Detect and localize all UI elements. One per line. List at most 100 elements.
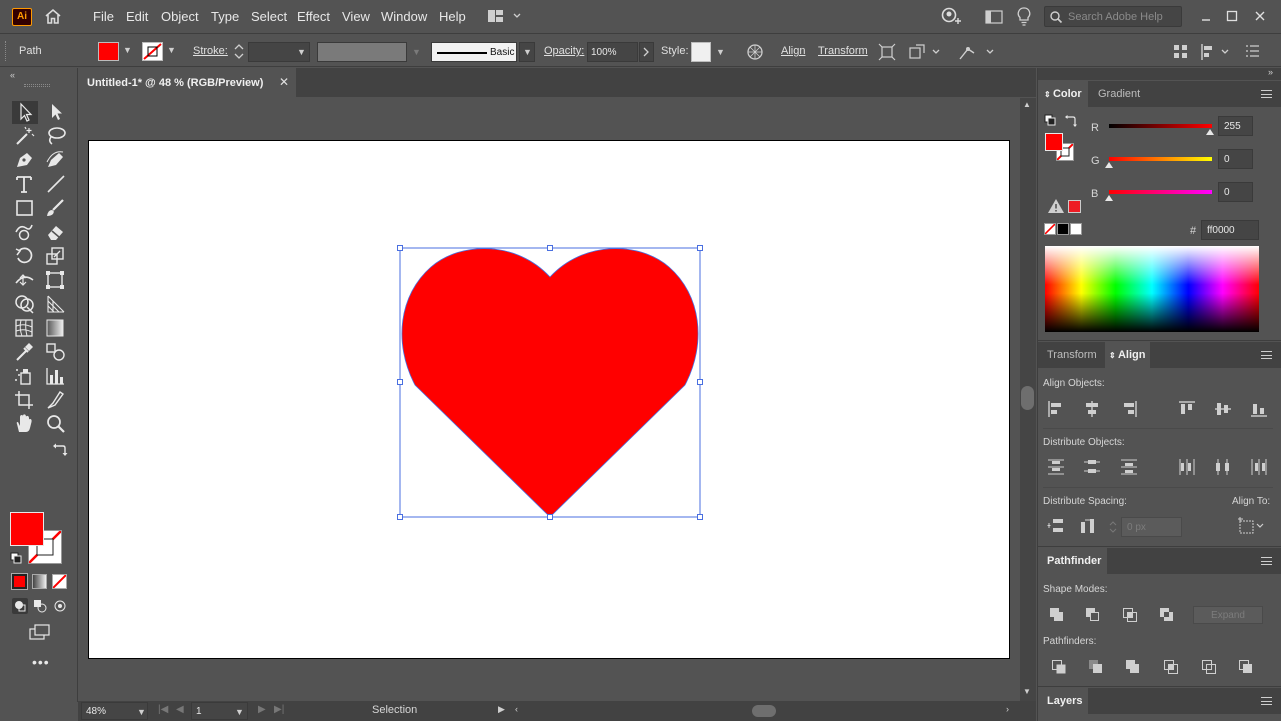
eyedropper-tool[interactable]: [14, 342, 36, 362]
brush-definition[interactable]: Basic: [431, 42, 517, 62]
menu-effect[interactable]: Effect: [297, 9, 330, 24]
crop-icon[interactable]: [1162, 658, 1180, 676]
scroll-down-arrow[interactable]: ▼: [1023, 687, 1031, 696]
edit-toolbar-icon[interactable]: •••: [32, 654, 50, 670]
distribute-horizontal-center-icon[interactable]: [1214, 458, 1232, 476]
handle-top-left[interactable]: [397, 245, 403, 251]
menu-object[interactable]: Object: [161, 9, 199, 24]
variable-width-profile[interactable]: [317, 42, 407, 62]
artboard-number-field[interactable]: 1 ▼: [191, 702, 248, 720]
g-slider-track[interactable]: [1109, 157, 1212, 161]
menu-window[interactable]: Window: [381, 9, 427, 24]
horizontal-scroll-left[interactable]: ‹: [515, 704, 518, 714]
align-right-icon[interactable]: [1120, 400, 1138, 418]
artboard-dropdown-icon[interactable]: ▼: [235, 707, 244, 717]
expand-button[interactable]: Expand: [1193, 606, 1263, 624]
lightbulb-icon[interactable]: [1017, 7, 1031, 27]
minus-back-icon[interactable]: [1237, 658, 1255, 676]
draw-normal-icon[interactable]: [12, 598, 28, 614]
distribute-left-icon[interactable]: [1178, 458, 1196, 476]
b-slider-track[interactable]: [1109, 190, 1212, 194]
workspace-switcher-icon[interactable]: [487, 9, 523, 23]
opacity-arrow-button[interactable]: [639, 42, 654, 62]
handle-top-center[interactable]: [547, 245, 553, 251]
handle-middle-left[interactable]: [397, 379, 403, 385]
gamut-color-swatch[interactable]: [1068, 200, 1081, 213]
white-swatch[interactable]: [1070, 223, 1082, 235]
horizontal-scroll-thumb[interactable]: [752, 705, 776, 717]
align-link[interactable]: Align: [781, 45, 805, 57]
align-left-icon[interactable]: [1047, 400, 1065, 418]
free-transform-tool[interactable]: [45, 270, 67, 290]
type-tool[interactable]: [14, 174, 36, 194]
b-value-field[interactable]: 0: [1218, 182, 1253, 202]
heart-shape[interactable]: [401, 248, 699, 518]
horizontal-scroll-right[interactable]: ›: [1006, 704, 1009, 714]
tab-color[interactable]: ⇕ Color: [1038, 81, 1088, 107]
line-segment-tool[interactable]: [45, 174, 67, 194]
spacing-value-field[interactable]: 0 px: [1121, 517, 1182, 537]
curvature-tool[interactable]: [45, 150, 67, 170]
align-panel-menu-icon[interactable]: [1261, 351, 1272, 359]
close-tab-icon[interactable]: ✕: [279, 75, 289, 89]
menu-edit[interactable]: Edit: [126, 9, 148, 24]
r-slider-track[interactable]: [1109, 124, 1212, 128]
panel-default-colors-icon[interactable]: [1044, 114, 1056, 126]
default-fill-stroke-icon[interactable]: [10, 552, 22, 564]
blend-tool[interactable]: [45, 342, 67, 362]
divide-icon[interactable]: [1050, 658, 1068, 676]
pen-tool[interactable]: [14, 150, 36, 170]
align-horizontal-center-icon[interactable]: [1083, 400, 1101, 418]
r-value-field[interactable]: 255: [1218, 116, 1253, 136]
tab-align[interactable]: ⇕ Align: [1105, 342, 1150, 368]
align-distribute-icon[interactable]: [1172, 43, 1190, 61]
outline-icon[interactable]: [1200, 658, 1218, 676]
menu-view[interactable]: View: [342, 9, 370, 24]
home-icon[interactable]: [44, 8, 62, 25]
black-swatch[interactable]: [1057, 223, 1069, 235]
transform-options-icon[interactable]: [908, 43, 944, 61]
hand-tool[interactable]: [14, 414, 36, 434]
status-menu-arrow[interactable]: ▶: [498, 704, 505, 715]
g-slider-thumb[interactable]: [1105, 162, 1113, 168]
pathfinder-menu-icon[interactable]: [1261, 557, 1272, 565]
shape-builder-tool[interactable]: [14, 294, 36, 314]
stroke-color-swatch[interactable]: [142, 42, 163, 61]
gradient-tool[interactable]: [45, 318, 67, 338]
layers-menu-icon[interactable]: [1261, 697, 1272, 705]
distribute-right-icon[interactable]: [1250, 458, 1268, 476]
panel-swap-colors-icon[interactable]: [1064, 114, 1078, 128]
align-bottom-icon[interactable]: [1250, 400, 1268, 418]
first-artboard-icon[interactable]: |◀: [158, 704, 168, 715]
distribute-top-icon[interactable]: [1047, 458, 1065, 476]
rotate-tool[interactable]: [14, 246, 36, 266]
slice-tool[interactable]: [45, 390, 67, 410]
align-vertical-center-icon[interactable]: [1214, 400, 1232, 418]
collapse-dock-icon[interactable]: »: [1268, 67, 1273, 77]
stroke-weight-dropdown-icon[interactable]: ▼: [297, 47, 306, 57]
tab-layers[interactable]: Layers: [1038, 688, 1088, 714]
lasso-tool[interactable]: [45, 126, 67, 146]
arrange-documents-icon[interactable]: [985, 10, 1003, 24]
zoom-dropdown-icon[interactable]: ▼: [137, 707, 146, 717]
color-panel-menu-icon[interactable]: [1261, 90, 1272, 98]
graphic-style-swatch[interactable]: [691, 42, 711, 62]
paintbrush-tool[interactable]: [45, 198, 67, 218]
tab-pathfinder[interactable]: Pathfinder: [1038, 548, 1107, 574]
mesh-tool[interactable]: [14, 318, 36, 338]
fill-color-swatch[interactable]: [98, 42, 119, 61]
selection-tool[interactable]: [12, 101, 38, 124]
tab-gradient[interactable]: Gradient: [1089, 81, 1149, 107]
control-bar-menu-icon[interactable]: [1246, 45, 1260, 57]
distribute-bottom-icon[interactable]: [1120, 458, 1138, 476]
vertical-scrollbar[interactable]: ▲ ▼: [1020, 98, 1036, 701]
brush-dropdown-button[interactable]: ▼: [519, 42, 535, 62]
shaper-tool[interactable]: [14, 222, 36, 242]
g-value-field[interactable]: 0: [1218, 149, 1253, 169]
panel-fill-box[interactable]: [1045, 133, 1063, 151]
minimize-button[interactable]: [1196, 6, 1216, 26]
opacity-field[interactable]: 100%: [587, 42, 638, 62]
canvas-area[interactable]: [78, 98, 1020, 701]
fill-dropdown-icon[interactable]: ▼: [123, 45, 132, 55]
search-input[interactable]: Search Adobe Help: [1044, 6, 1182, 27]
